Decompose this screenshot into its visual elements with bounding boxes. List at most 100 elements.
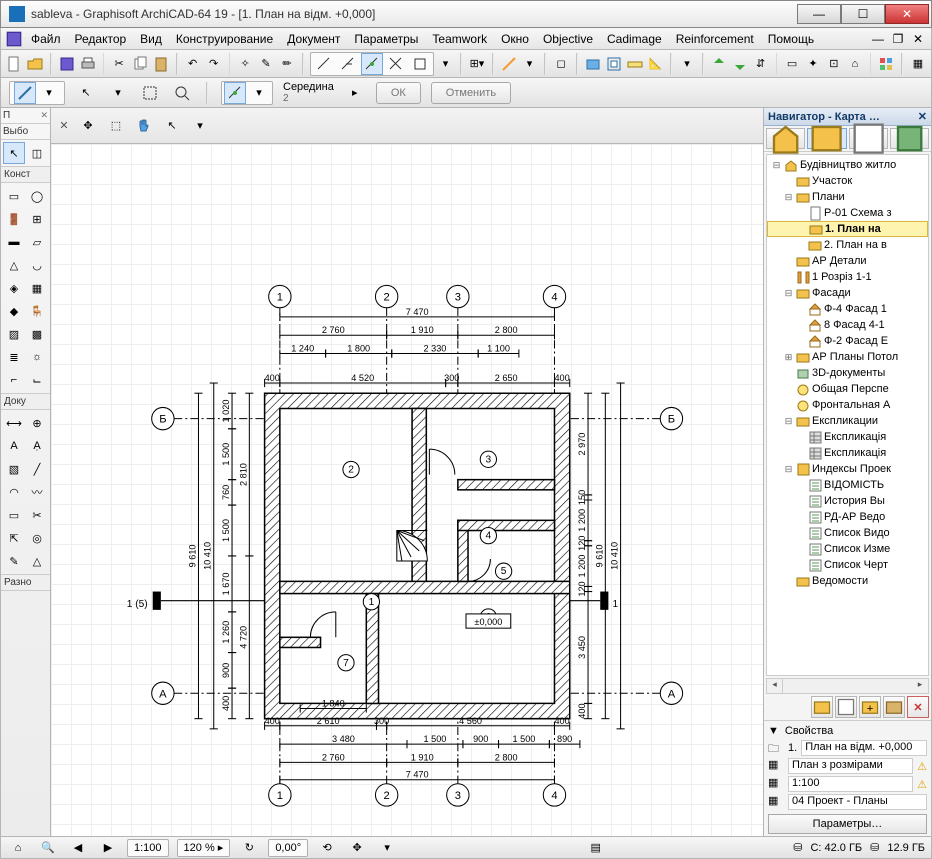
floor-down-button[interactable] <box>731 53 749 75</box>
tree-item[interactable]: Ф-2 Фасад Е <box>767 333 928 349</box>
tree-item[interactable]: Р-01 Схема з <box>767 205 928 221</box>
tree-item[interactable]: История Вы <box>767 493 928 509</box>
navigator-hscroll[interactable]: ◂▸ <box>766 678 929 694</box>
angle-display[interactable]: 0,00° <box>268 839 308 857</box>
snap-mode-5[interactable] <box>409 53 431 75</box>
tree-item[interactable]: Ведомости <box>767 573 928 589</box>
menu-options[interactable]: Параметры <box>348 30 424 48</box>
menu-window[interactable]: Окно <box>495 30 535 48</box>
curtain-tool[interactable]: ▦ <box>26 277 48 299</box>
pan-tool-icon[interactable]: ✥ <box>77 115 99 137</box>
zoom-next-icon[interactable]: ▶ <box>97 837 119 859</box>
beam-tool[interactable]: ▬ <box>3 231 25 253</box>
ok-button[interactable]: ОК <box>376 82 421 104</box>
tree-item[interactable]: ⊞АР Планы Потол <box>767 349 928 365</box>
tree-item[interactable]: АР Детали <box>767 253 928 269</box>
orientation-icon[interactable]: ↻ <box>238 837 260 859</box>
tree-item[interactable]: 8 Фасад 4-1 <box>767 317 928 333</box>
nav-new-folder-button[interactable] <box>811 696 833 718</box>
floor-up-button[interactable] <box>710 53 728 75</box>
reference-button[interactable] <box>605 53 623 75</box>
view3d-button[interactable]: ▾ <box>678 53 696 75</box>
zone-tool[interactable]: ▨ <box>3 323 25 345</box>
undo-button[interactable]: ↶ <box>184 53 202 75</box>
menu-help[interactable]: Помощь <box>762 30 820 48</box>
tree-item[interactable]: 1. План на <box>767 221 928 237</box>
tree-item[interactable]: Список Видо <box>767 525 928 541</box>
zoom-prev-icon[interactable]: ◀ <box>67 837 89 859</box>
wall-tool[interactable]: ▭ <box>3 185 25 207</box>
corner-tool[interactable]: ⌐ <box>3 369 25 391</box>
snap-mode-4[interactable] <box>385 53 407 75</box>
elements-icon[interactable]: ▤ <box>585 837 607 859</box>
snap-dropdown[interactable]: ▾ <box>437 53 455 75</box>
object-tool[interactable]: 🪑 <box>26 300 48 322</box>
cut-button[interactable]: ✂ <box>110 53 128 75</box>
drawing-tool[interactable]: ▭ <box>3 504 25 526</box>
new-file-button[interactable] <box>5 53 23 75</box>
goto-floor-button[interactable]: ⇵ <box>752 53 770 75</box>
property-row[interactable]: ▦04 Проект - Планы <box>768 793 927 811</box>
suspend-button[interactable]: ◻ <box>552 53 570 75</box>
save-button[interactable] <box>58 53 76 75</box>
text-tool[interactable]: A <box>3 435 25 457</box>
tree-item[interactable]: Список Изме <box>767 541 928 557</box>
eyedropper-button[interactable]: ✎ <box>257 53 275 75</box>
wall-end-tool[interactable]: ⌙ <box>26 369 48 391</box>
open-file-button[interactable] <box>26 53 44 75</box>
nav-clone-button[interactable]: + <box>859 696 881 718</box>
measure-button[interactable]: 📐 <box>647 53 665 75</box>
guide-button[interactable] <box>500 53 518 75</box>
arc-tool[interactable]: ◠ <box>3 481 25 503</box>
nav-tab-project[interactable] <box>766 128 805 149</box>
menu-view[interactable]: Вид <box>134 30 168 48</box>
tree-item[interactable]: ⊟Експликации <box>767 413 928 429</box>
tree-item[interactable]: ⊟Плани <box>767 189 928 205</box>
group-button[interactable]: ⊡ <box>825 53 843 75</box>
change-tool[interactable]: △ <box>26 550 48 572</box>
tree-item[interactable]: Експликація <box>767 429 928 445</box>
play-button[interactable]: ▸ <box>344 82 366 104</box>
hand-tool[interactable] <box>133 115 155 137</box>
trace-button[interactable] <box>584 53 602 75</box>
tree-item[interactable]: Фронтальная А <box>767 397 928 413</box>
tree-item[interactable]: ВІДОМІСТЬ <box>767 477 928 493</box>
nav-tab-publisher[interactable] <box>890 128 929 149</box>
nav-delete-button[interactable]: ✕ <box>907 696 929 718</box>
menu-teamwork[interactable]: Teamwork <box>426 30 493 48</box>
tab-close-icon[interactable]: ✕ <box>57 119 71 133</box>
nav-save-view-button[interactable] <box>835 696 857 718</box>
menu-edit[interactable]: Редактор <box>69 30 133 48</box>
section-tool[interactable]: ✂ <box>26 504 48 526</box>
mesh-tool[interactable]: ▩ <box>26 323 48 345</box>
tree-item[interactable]: Список Черт <box>767 557 928 573</box>
menu-reinforcement[interactable]: Reinforcement <box>670 30 760 48</box>
menu-design[interactable]: Конструирование <box>170 30 279 48</box>
navigator-tree[interactable]: ⊟Будівництво житлоУчасток⊟ПланиР-01 Схем… <box>766 154 929 676</box>
redo-button[interactable]: ↷ <box>205 53 223 75</box>
cancel-button[interactable]: Отменить <box>431 82 511 104</box>
tree-item[interactable]: Общая Перспе <box>767 381 928 397</box>
window-tool[interactable]: ⊞ <box>26 208 48 230</box>
detail-tool[interactable]: ◎ <box>26 527 48 549</box>
arrow-tool[interactable]: ↖ <box>3 142 25 164</box>
tree-item[interactable]: 2. План на в <box>767 237 928 253</box>
explode-button[interactable]: ✦ <box>804 53 822 75</box>
paste-button[interactable] <box>152 53 170 75</box>
minimize-button[interactable]: — <box>797 4 841 24</box>
fill-tool[interactable]: ▧ <box>3 458 25 480</box>
geometry-dropdown[interactable]: ▾ <box>38 82 60 104</box>
library-button[interactable]: ▦ <box>909 53 927 75</box>
snap-grid-button[interactable]: ⊞▾ <box>468 53 486 75</box>
snap-mode-3[interactable] <box>361 53 383 75</box>
door-tool[interactable]: 🚪 <box>3 208 25 230</box>
trim-button[interactable]: ▾ <box>521 53 539 75</box>
snap-mode-1[interactable] <box>313 53 335 75</box>
tree-item[interactable]: ⊟Будівництво житло <box>767 157 928 173</box>
snap-midpoint-button[interactable] <box>224 82 246 104</box>
menu-file[interactable]: Файл <box>25 30 67 48</box>
tree-item[interactable]: Участок <box>767 173 928 189</box>
close-button[interactable]: ✕ <box>885 4 929 24</box>
tree-item[interactable]: ⊟Индексы Проек <box>767 461 928 477</box>
line-tool[interactable]: ╱ <box>26 458 48 480</box>
